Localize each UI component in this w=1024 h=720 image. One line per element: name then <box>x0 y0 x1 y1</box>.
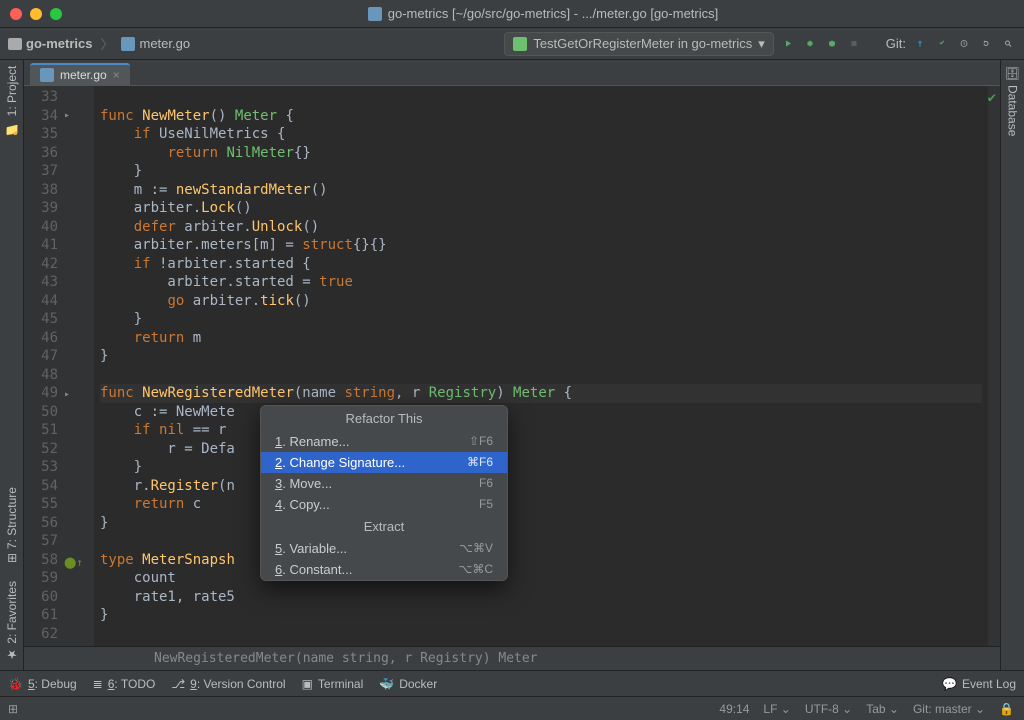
editor-breadcrumb[interactable]: NewRegisteredMeter(name string, r Regist… <box>24 646 1000 670</box>
analysis-ok-icon: ✔ <box>988 90 996 106</box>
lock-icon[interactable]: 🔒 <box>999 702 1014 716</box>
project-tool-button[interactable]: 📁1: Project <box>5 66 19 135</box>
run-coverage-icon[interactable] <box>824 36 840 52</box>
window-title: go-metrics [~/go/src/go-metrics] - .../m… <box>72 6 1014 21</box>
file-icon <box>121 37 135 51</box>
popup-item-change-signature-[interactable]: 2. Change Signature...⌘F6 <box>261 452 507 473</box>
right-stripe: 🗄Database <box>1000 60 1024 670</box>
search-icon[interactable] <box>1000 36 1016 52</box>
line-numbers: 3334353637383940414243444546474849505152… <box>24 86 64 646</box>
close-icon[interactable]: × <box>113 68 120 82</box>
left-stripe: 📁1: Project ⊞7: Structure ★2: Favorites <box>0 60 24 670</box>
popup-section-extract: Extract <box>261 515 507 538</box>
popup-item-variable-[interactable]: 5. Variable...⌥⌘V <box>261 538 507 559</box>
bottom-stripe: 🐞 5: Debug ≣ 6: TODO ⎇ 9: Version Contro… <box>0 670 1024 696</box>
history-icon[interactable] <box>956 36 972 52</box>
tool-windows-icon[interactable]: ⊞ <box>8 702 18 716</box>
caret-position[interactable]: 49:14 <box>719 702 749 716</box>
vcs-commit-icon[interactable] <box>934 36 950 52</box>
main-toolbar: go-metrics 〉 meter.go TestGetOrRegisterM… <box>0 28 1024 60</box>
gutter-icons: ▸ ▸ ⬤↑ <box>64 86 94 646</box>
popup-title: Refactor This <box>261 406 507 431</box>
event-log-button[interactable]: 💬 Event Log <box>942 677 1016 691</box>
structure-tool-button[interactable]: ⊞7: Structure <box>5 487 19 563</box>
bottom-vcs[interactable]: ⎇ 9: Version Control <box>171 677 285 691</box>
line-separator[interactable]: LF ⌄ <box>763 702 790 716</box>
go-test-icon <box>513 37 527 51</box>
editor[interactable]: 3334353637383940414243444546474849505152… <box>24 86 1000 646</box>
encoding[interactable]: UTF-8 ⌄ <box>805 702 852 716</box>
minimize-window-icon[interactable] <box>30 8 42 20</box>
stop-icon[interactable] <box>846 36 862 52</box>
tab-meter-go[interactable]: meter.go × <box>30 63 130 85</box>
popup-item-copy-[interactable]: 4. Copy...F5 <box>261 494 507 515</box>
folder-icon <box>8 38 22 50</box>
revert-icon[interactable] <box>978 36 994 52</box>
vcs-update-icon[interactable] <box>912 36 928 52</box>
chevron-down-icon: ▾ <box>758 36 765 52</box>
indent[interactable]: Tab ⌄ <box>866 702 899 716</box>
maximize-window-icon[interactable] <box>50 8 62 20</box>
git-branch[interactable]: Git: master ⌄ <box>913 702 985 716</box>
git-label: Git: <box>886 36 906 51</box>
popup-item-constant-[interactable]: 6. Constant...⌥⌘C <box>261 559 507 580</box>
run-config-selector[interactable]: TestGetOrRegisterMeter in go-metrics ▾ <box>504 32 773 56</box>
editor-tabs: meter.go × <box>24 60 1000 86</box>
status-bar: ⊞ 49:14 LF ⌄ UTF-8 ⌄ Tab ⌄ Git: master ⌄… <box>0 696 1024 720</box>
file-icon <box>368 7 382 21</box>
popup-item-rename-[interactable]: 1. Rename...⇧F6 <box>261 431 507 452</box>
debug-icon[interactable] <box>802 36 818 52</box>
run-icon[interactable] <box>780 36 796 52</box>
refactor-popup: Refactor This 1. Rename...⇧F62. Change S… <box>260 405 508 581</box>
go-file-icon <box>40 68 54 82</box>
popup-item-move-[interactable]: 3. Move...F6 <box>261 473 507 494</box>
breadcrumb[interactable]: go-metrics 〉 meter.go <box>8 34 190 53</box>
error-stripe[interactable]: ✔ <box>988 86 1000 646</box>
window-controls <box>10 8 62 20</box>
bottom-terminal[interactable]: ▣ Terminal <box>302 677 364 691</box>
favorites-tool-button[interactable]: ★2: Favorites <box>5 581 19 662</box>
titlebar: go-metrics [~/go/src/go-metrics] - .../m… <box>0 0 1024 28</box>
bottom-todo[interactable]: ≣ 6: TODO <box>93 677 156 691</box>
database-tool-button[interactable]: 🗄Database <box>1006 66 1020 137</box>
bottom-debug[interactable]: 🐞 5: Debug <box>8 677 77 691</box>
close-window-icon[interactable] <box>10 8 22 20</box>
bottom-docker[interactable]: 🐳 Docker <box>379 677 437 691</box>
